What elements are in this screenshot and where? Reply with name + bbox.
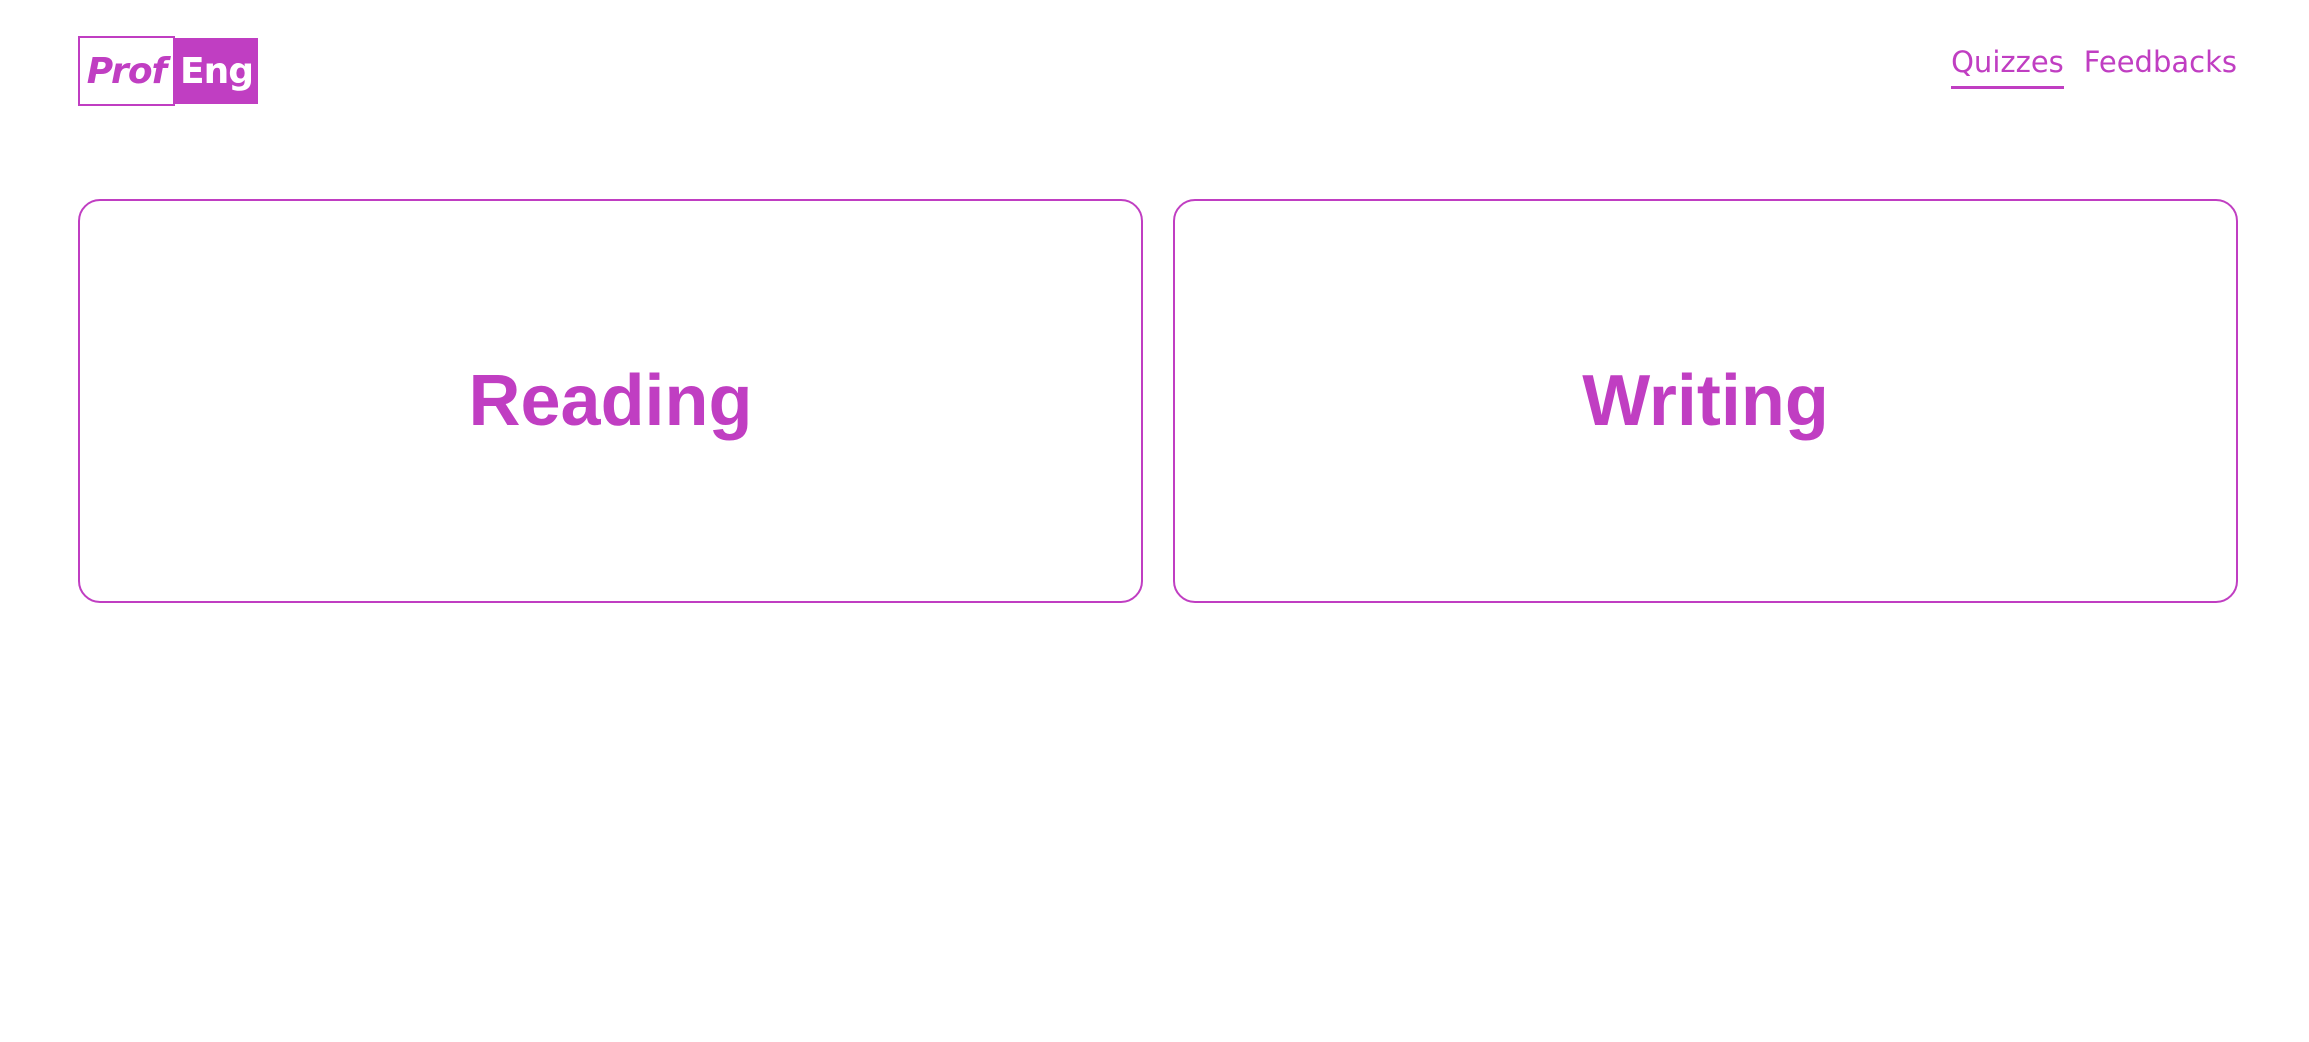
writing-card[interactable]: Writing — [1173, 199, 2238, 603]
logo[interactable]: Prof Eng — [78, 36, 258, 106]
logo-eng-text: Eng — [175, 38, 258, 104]
main-nav: Quizzes Feedbacks — [1951, 42, 2237, 89]
reading-card-label: Reading — [468, 361, 753, 441]
writing-card-label: Writing — [1582, 361, 1829, 441]
nav-link-feedbacks[interactable]: Feedbacks — [2084, 42, 2237, 89]
logo-prof-text: Prof — [78, 36, 175, 106]
category-cards: Reading Writing — [78, 199, 2238, 603]
header: Prof Eng Quizzes Feedbacks — [0, 0, 2309, 140]
nav-link-quizzes[interactable]: Quizzes — [1951, 42, 2064, 89]
reading-card[interactable]: Reading — [78, 199, 1143, 603]
